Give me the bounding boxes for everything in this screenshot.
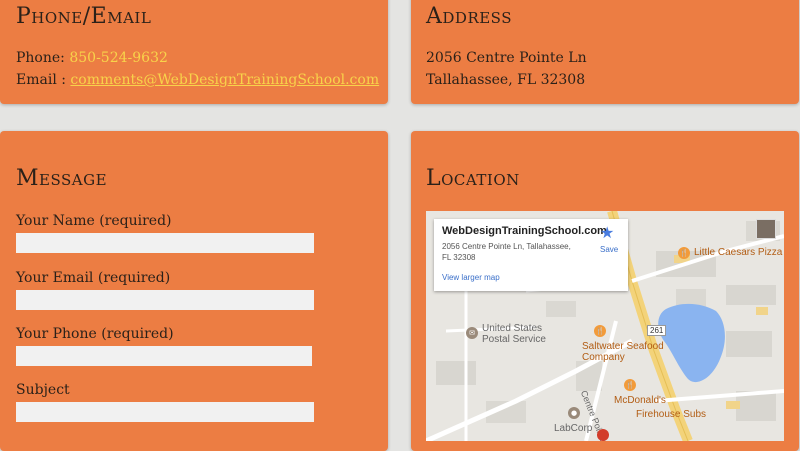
phone-label: Phone: [16, 50, 70, 66]
map-info-address: 2056 Centre Pointe Ln, Tallahassee, FL 3… [442, 242, 571, 262]
address-heading: Address [426, 4, 512, 29]
name-input[interactable] [16, 233, 314, 253]
map-label-firehouse[interactable]: Firehouse Subs [636, 409, 706, 420]
lab-pin-icon[interactable]: ● [568, 407, 580, 419]
address-card: Address 2056 Centre Pointe Ln Tallahasse… [411, 0, 799, 104]
mcdonalds-pin-icon[interactable]: 🍴 [624, 379, 636, 391]
email-input[interactable] [16, 290, 314, 310]
view-larger-map-link[interactable]: View larger map [442, 273, 500, 282]
embedded-map[interactable]: WebDesignTrainingSchool.com 2056 Centre … [426, 211, 784, 441]
email-link[interactable]: comments@WebDesignTrainingSchool.com [70, 72, 379, 88]
user-avatar[interactable] [756, 219, 776, 239]
map-label-saltwater[interactable]: Saltwater Seafood Company [582, 341, 692, 363]
map-label-little-caesars[interactable]: Little Caesars Pizza [694, 247, 782, 258]
message-card: Message Your Name (required) Your Email … [0, 131, 388, 451]
star-icon[interactable]: ★ [600, 223, 614, 243]
route-shield-icon: 261 [647, 325, 667, 336]
address-line-1: 2056 Centre Pointe Ln [426, 50, 587, 66]
name-label: Your Name (required) [16, 213, 172, 229]
phone-line: Phone: 850-524-9632 [16, 50, 168, 66]
seafood-pin-icon[interactable]: 🍴 [594, 325, 606, 337]
location-heading: Location [426, 166, 520, 191]
phone-link[interactable]: 850-524-9632 [69, 50, 168, 66]
map-label-labcorp[interactable]: LabCorp [554, 423, 592, 434]
message-heading: Message [16, 166, 108, 191]
phone-email-heading: Phone/Email [16, 4, 152, 29]
map-info-window: WebDesignTrainingSchool.com 2056 Centre … [434, 219, 628, 291]
location-card: Location WebDesignTrainingSchool.com 205… [411, 131, 799, 451]
phone-field-label: Your Phone (required) [16, 326, 174, 342]
location-marker-icon[interactable] [597, 429, 609, 441]
restaurant-pin-icon[interactable]: 🍴 [678, 247, 690, 259]
map-label-usps[interactable]: United States Postal Service [482, 323, 562, 345]
post-office-pin-icon[interactable]: ✉ [466, 327, 478, 339]
phone-input[interactable] [16, 346, 312, 366]
email-label: Email : [16, 72, 71, 88]
email-line: Email : comments@WebDesignTrainingSchool… [16, 72, 379, 88]
address-line-2: Tallahassee, FL 32308 [426, 72, 586, 88]
subject-input[interactable] [16, 402, 314, 422]
email-field-label: Your Email (required) [16, 270, 171, 286]
subject-label: Subject [16, 382, 70, 398]
phone-email-card: Phone/Email Phone: 850-524-9632 Email : … [0, 0, 388, 104]
save-place-button[interactable]: Save [600, 245, 618, 254]
map-label-mcdonalds[interactable]: McDonald's [614, 395, 666, 406]
map-info-title: WebDesignTrainingSchool.com [442, 225, 607, 237]
